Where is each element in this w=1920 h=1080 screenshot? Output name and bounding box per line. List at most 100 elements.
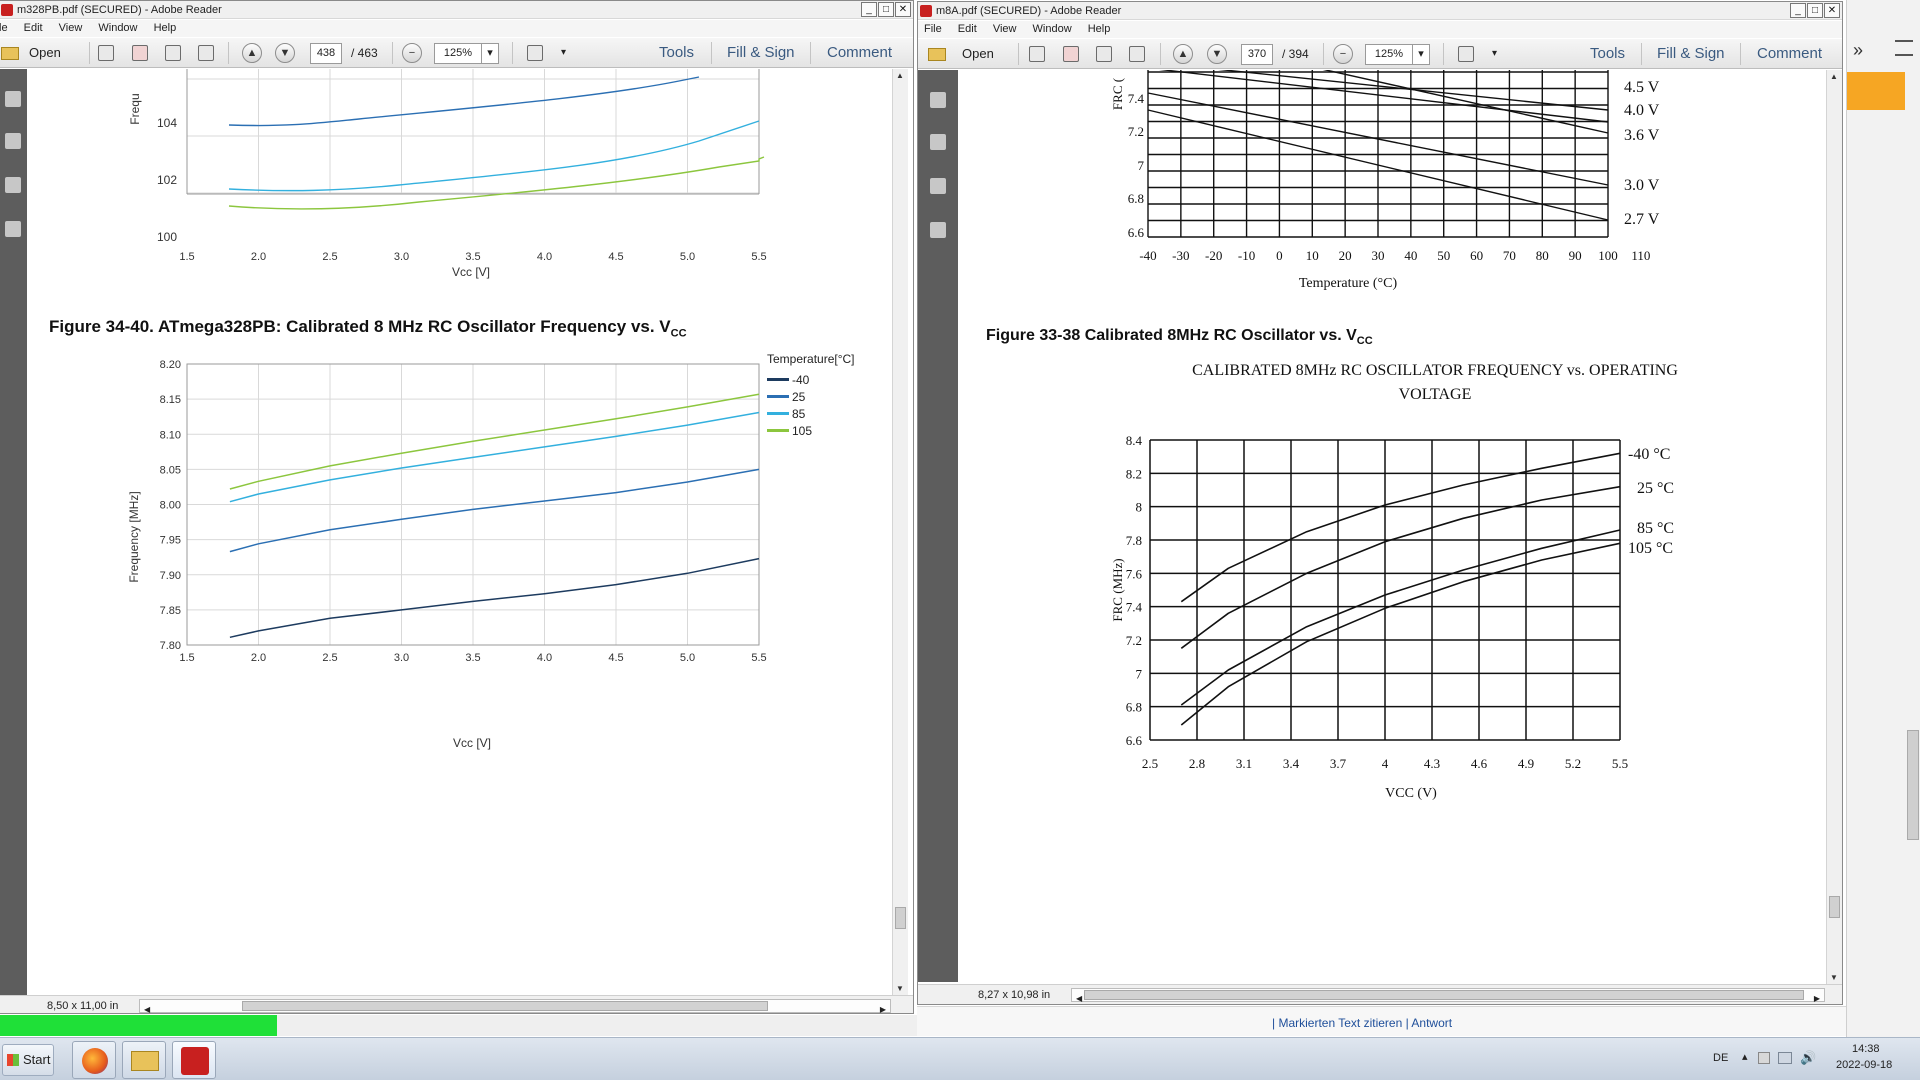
toolbar-more-icon[interactable]: ▾ bbox=[561, 43, 566, 63]
pages-icon[interactable] bbox=[5, 133, 21, 149]
sliders-icon[interactable] bbox=[1895, 40, 1913, 56]
open-folder-icon[interactable] bbox=[1, 47, 19, 60]
y-tick-label: 7.85 bbox=[160, 605, 181, 617]
attachment-icon[interactable] bbox=[930, 222, 946, 238]
lock-icon[interactable] bbox=[930, 92, 946, 108]
comment-link[interactable]: Comment bbox=[1757, 45, 1822, 62]
network-icon[interactable] bbox=[1778, 1052, 1792, 1064]
action-center-icon[interactable] bbox=[1758, 1052, 1770, 1064]
print-icon[interactable] bbox=[198, 45, 214, 61]
left-vertical-scrollbar[interactable]: ▲ ▼ bbox=[892, 69, 908, 995]
page-down-icon[interactable]: ▼ bbox=[275, 43, 295, 63]
minimize-button[interactable]: _ bbox=[1790, 3, 1806, 18]
page-number-input[interactable]: 438 bbox=[310, 43, 342, 64]
close-button[interactable]: ✕ bbox=[1824, 3, 1840, 18]
fill-sign-link[interactable]: Fill & Sign bbox=[727, 44, 795, 61]
page-number-input[interactable]: 370 bbox=[1241, 44, 1273, 65]
right-horizontal-scrollbar[interactable]: ◀ ▶ bbox=[1071, 988, 1825, 1003]
tools-link[interactable]: Tools bbox=[1590, 45, 1625, 62]
left-window-title: m328PB.pdf (SECURED) - Adobe Reader bbox=[17, 4, 222, 16]
taskbar-adobe-reader[interactable] bbox=[172, 1041, 216, 1079]
left-horizontal-scrollbar[interactable]: ◀ ▶ bbox=[139, 999, 891, 1013]
save-icon[interactable] bbox=[165, 45, 181, 61]
menu-view[interactable]: View bbox=[993, 23, 1017, 35]
taskbar-firefox[interactable] bbox=[72, 1041, 116, 1079]
export-pdf-icon[interactable] bbox=[132, 45, 148, 61]
minimize-button[interactable]: _ bbox=[861, 2, 877, 17]
x-tick-label: 2.5 bbox=[322, 251, 337, 263]
left-statusbar: 8,50 x 11,00 in ◀ ▶ bbox=[0, 995, 913, 1013]
fit-page-icon[interactable] bbox=[1458, 46, 1474, 62]
open-button[interactable]: Open bbox=[29, 43, 61, 63]
right-menubar: File Edit View Window Help bbox=[918, 21, 1842, 38]
menu-help[interactable]: Help bbox=[154, 22, 177, 34]
menu-window[interactable]: Window bbox=[1033, 23, 1072, 35]
x-tick-label: 100 bbox=[1598, 248, 1618, 263]
comment-link[interactable]: Comment bbox=[827, 44, 892, 61]
x-tick-label: 2.8 bbox=[1189, 756, 1205, 771]
page-down-icon[interactable]: ▼ bbox=[1207, 44, 1227, 64]
clock-time[interactable]: 14:38 bbox=[1852, 1043, 1880, 1055]
volume-icon[interactable]: 🔊 bbox=[1800, 1050, 1816, 1066]
right-main-title-2: VOLTAGE bbox=[1399, 386, 1472, 403]
menu-file[interactable]: le bbox=[0, 22, 8, 34]
maximize-button[interactable]: □ bbox=[878, 2, 894, 17]
x-tick-label: 3.5 bbox=[465, 652, 480, 664]
close-button[interactable]: ✕ bbox=[895, 2, 911, 17]
right-vertical-scrollbar[interactable]: ▲ ▼ bbox=[1826, 70, 1842, 984]
page-up-icon[interactable]: ▲ bbox=[1173, 44, 1193, 64]
background-app-panel: » bbox=[1846, 0, 1920, 1037]
overflow-chevron-icon[interactable]: » bbox=[1853, 40, 1863, 61]
series-line-0 bbox=[1180, 452, 1621, 603]
x-tick-label: 4.5 bbox=[608, 652, 623, 664]
tray-up-arrow-icon[interactable]: ▴ bbox=[1742, 1050, 1748, 1063]
create-pdf-icon[interactable] bbox=[1029, 46, 1045, 62]
bookmark-icon[interactable] bbox=[5, 177, 21, 193]
menu-edit[interactable]: Edit bbox=[24, 22, 43, 34]
right-scroll-thumb[interactable] bbox=[1829, 896, 1840, 918]
firefox-icon bbox=[82, 1048, 108, 1074]
x-tick-label: 40 bbox=[1404, 248, 1417, 263]
comment-actions[interactable]: | Markierten Text zitieren | Antwort bbox=[1272, 1016, 1452, 1030]
zoom-dropdown[interactable]: ▾ bbox=[481, 43, 499, 64]
x-tick-label: 4.0 bbox=[537, 251, 552, 263]
start-button[interactable]: Start bbox=[2, 1044, 54, 1076]
export-pdf-icon[interactable] bbox=[1063, 46, 1079, 62]
language-indicator[interactable]: DE bbox=[1713, 1052, 1728, 1064]
page-up-icon[interactable]: ▲ bbox=[242, 43, 262, 63]
bg-scroll-thumb[interactable] bbox=[1907, 730, 1919, 840]
zoom-input[interactable]: 125% bbox=[434, 43, 482, 64]
pages-icon[interactable] bbox=[930, 134, 946, 150]
series-line-85 bbox=[229, 411, 760, 503]
fill-sign-link[interactable]: Fill & Sign bbox=[1657, 45, 1725, 62]
menu-file[interactable]: File bbox=[924, 23, 942, 35]
zoom-out-icon[interactable]: − bbox=[402, 43, 422, 63]
clock-date[interactable]: 2022-09-18 bbox=[1836, 1059, 1892, 1071]
zoom-input[interactable]: 125% bbox=[1365, 44, 1413, 65]
create-pdf-icon[interactable] bbox=[98, 45, 114, 61]
taskbar-explorer[interactable] bbox=[122, 1041, 166, 1079]
menu-view[interactable]: View bbox=[59, 22, 83, 34]
attachment-icon[interactable] bbox=[5, 221, 21, 237]
save-icon[interactable] bbox=[1096, 46, 1112, 62]
tools-link[interactable]: Tools bbox=[659, 44, 694, 61]
open-folder-icon[interactable] bbox=[928, 48, 946, 61]
fit-page-icon[interactable] bbox=[527, 45, 543, 61]
menu-help[interactable]: Help bbox=[1088, 23, 1111, 35]
svg-text:-40 °C: -40 °C bbox=[1628, 446, 1670, 463]
bookmark-icon[interactable] bbox=[930, 178, 946, 194]
y-tick-label: 7.4 bbox=[1126, 600, 1143, 615]
orange-panel[interactable] bbox=[1847, 72, 1905, 110]
adobe-reader-icon bbox=[1, 4, 13, 16]
toolbar-more-icon[interactable]: ▾ bbox=[1492, 44, 1497, 64]
maximize-button[interactable]: □ bbox=[1807, 3, 1823, 18]
menu-edit[interactable]: Edit bbox=[958, 23, 977, 35]
left-scroll-thumb[interactable] bbox=[895, 907, 906, 929]
zoom-out-icon[interactable]: − bbox=[1333, 44, 1353, 64]
right-figure-caption: Figure 33-38 Calibrated 8MHz RC Oscillat… bbox=[986, 327, 1373, 348]
print-icon[interactable] bbox=[1129, 46, 1145, 62]
open-button[interactable]: Open bbox=[962, 44, 994, 64]
menu-window[interactable]: Window bbox=[98, 22, 137, 34]
zoom-dropdown[interactable]: ▾ bbox=[1412, 44, 1430, 65]
lock-icon[interactable] bbox=[5, 91, 21, 107]
